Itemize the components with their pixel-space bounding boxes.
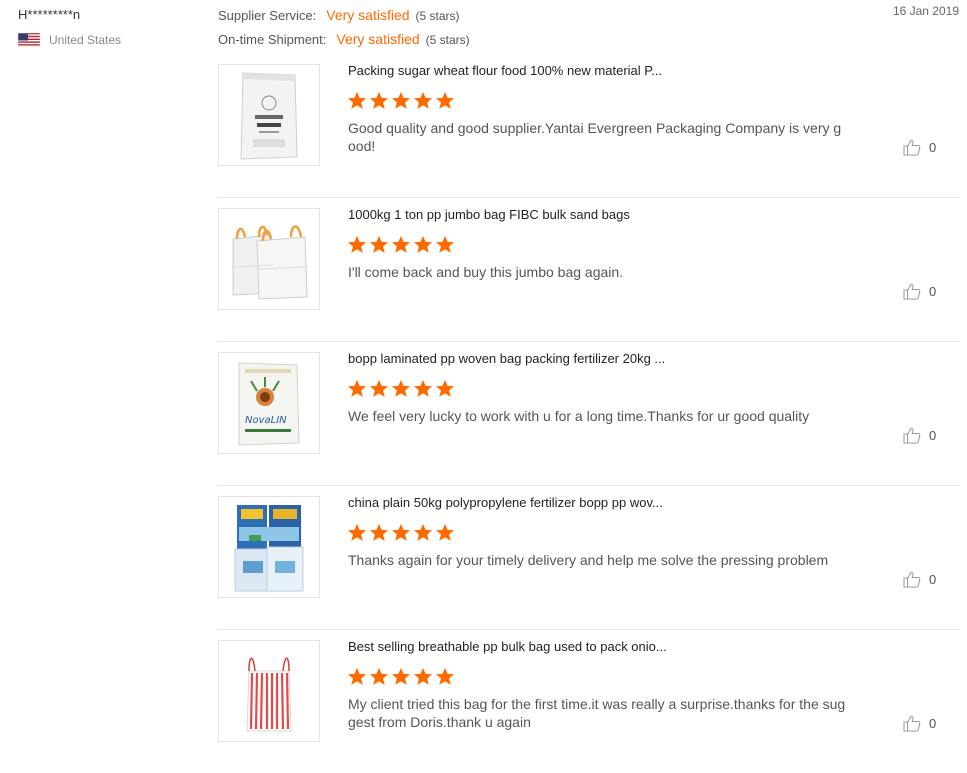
like-count: 0 — [929, 284, 937, 299]
star-icon — [370, 92, 388, 109]
product-thumbnail[interactable] — [218, 496, 320, 598]
review-list: Packing sugar wheat flour food 100% new … — [218, 54, 960, 773]
star-icon — [348, 380, 366, 397]
review-text: Good quality and good supplier.Yantai Ev… — [348, 120, 842, 154]
review-text: We feel very lucky to work with u for a … — [348, 408, 810, 424]
star-rating — [347, 523, 455, 542]
like-count: 0 — [929, 572, 937, 587]
thumbs-up-icon — [903, 715, 921, 732]
review-item: Best selling breathable pp bulk bag used… — [218, 630, 960, 773]
star-icon — [436, 668, 454, 685]
star-icon — [370, 524, 388, 541]
review-text: Thanks again for your timely delivery an… — [348, 552, 829, 568]
star-icon — [414, 668, 432, 685]
star-icon — [436, 92, 454, 109]
star-icon — [392, 380, 410, 397]
star-icon — [348, 524, 366, 541]
product-title-link[interactable]: china plain 50kg polypropylene fertilize… — [348, 494, 663, 512]
product-title-link[interactable]: bopp laminated pp woven bag packing fert… — [348, 350, 665, 368]
star-icon — [392, 668, 410, 685]
like-button[interactable]: 0 — [903, 427, 936, 444]
product-title-link[interactable]: Packing sugar wheat flour food 100% new … — [348, 62, 662, 80]
review-item: china plain 50kg polypropylene fertilize… — [218, 486, 960, 630]
star-rating — [347, 91, 455, 110]
star-icon — [436, 236, 454, 253]
review-date: 16 Jan 2019 — [892, 4, 959, 18]
review-text: My client tried this bag for the first t… — [348, 696, 846, 730]
star-icon — [392, 524, 410, 541]
star-icon — [370, 668, 388, 685]
star-icon — [348, 92, 366, 109]
thumbs-up-icon — [903, 427, 921, 444]
star-icon — [414, 236, 432, 253]
star-icon — [348, 236, 366, 253]
buyer-country: United States — [18, 32, 208, 48]
star-icon — [436, 380, 454, 397]
us-flag-icon — [18, 33, 40, 47]
thumbs-up-icon — [903, 283, 921, 300]
rating-label: On-time Shipment: — [218, 32, 327, 47]
onion-bulk-bag-image — [219, 641, 319, 741]
buyer-info: H*********n United States — [18, 6, 208, 48]
rating-value: Very satisfied — [336, 31, 420, 47]
flour-bag-image — [219, 65, 319, 165]
fertilizer-bag-image: NovaLIN — [219, 353, 319, 453]
star-icon — [436, 524, 454, 541]
star-rating — [347, 667, 455, 686]
star-icon — [392, 236, 410, 253]
rating-label: Supplier Service: — [218, 8, 317, 23]
thumbs-up-icon — [903, 139, 921, 156]
jumbo-bags-image — [219, 209, 319, 309]
product-thumbnail[interactable]: NovaLIN — [218, 352, 320, 454]
star-icon — [414, 524, 432, 541]
review-item: NovaLIN bopp laminated pp woven bag pack… — [218, 342, 960, 486]
svg-text:NovaLIN: NovaLIN — [245, 415, 287, 426]
thumbs-up-icon — [903, 571, 921, 588]
product-title-link[interactable]: 1000kg 1 ton pp jumbo bag FIBC bulk sand… — [348, 206, 630, 224]
star-icon — [348, 668, 366, 685]
star-icon — [414, 380, 432, 397]
rating-stars-text: (5 stars) — [425, 33, 470, 47]
like-button[interactable]: 0 — [903, 715, 936, 732]
review-item: Packing sugar wheat flour food 100% new … — [218, 54, 960, 198]
buyer-name: H*********n — [18, 7, 81, 22]
product-title-link[interactable]: Best selling breathable pp bulk bag used… — [348, 638, 667, 656]
product-thumbnail[interactable] — [218, 640, 320, 742]
rating-value: Very satisfied — [326, 7, 410, 23]
like-count: 0 — [929, 716, 937, 731]
supplier-service-rating: Supplier Service: Very satisfied (5 stars) — [218, 6, 460, 24]
product-thumbnail[interactable] — [218, 64, 320, 166]
star-icon — [414, 92, 432, 109]
product-thumbnail[interactable] — [218, 208, 320, 310]
star-rating — [347, 379, 455, 398]
rating-stars-text: (5 stars) — [415, 9, 460, 23]
like-count: 0 — [929, 428, 937, 443]
like-count: 0 — [929, 140, 937, 155]
star-icon — [370, 380, 388, 397]
star-icon — [392, 92, 410, 109]
review-text: I'll come back and buy this jumbo bag ag… — [348, 264, 624, 280]
on-time-shipment-rating: On-time Shipment: Very satisfied (5 stars) — [218, 30, 470, 48]
like-button[interactable]: 0 — [903, 571, 936, 588]
printed-bags-image — [219, 497, 319, 597]
like-button[interactable]: 0 — [903, 139, 936, 156]
country-label: United States — [49, 33, 122, 47]
star-icon — [370, 236, 388, 253]
review-item: 1000kg 1 ton pp jumbo bag FIBC bulk sand… — [218, 198, 960, 342]
star-rating — [347, 235, 455, 254]
like-button[interactable]: 0 — [903, 283, 936, 300]
